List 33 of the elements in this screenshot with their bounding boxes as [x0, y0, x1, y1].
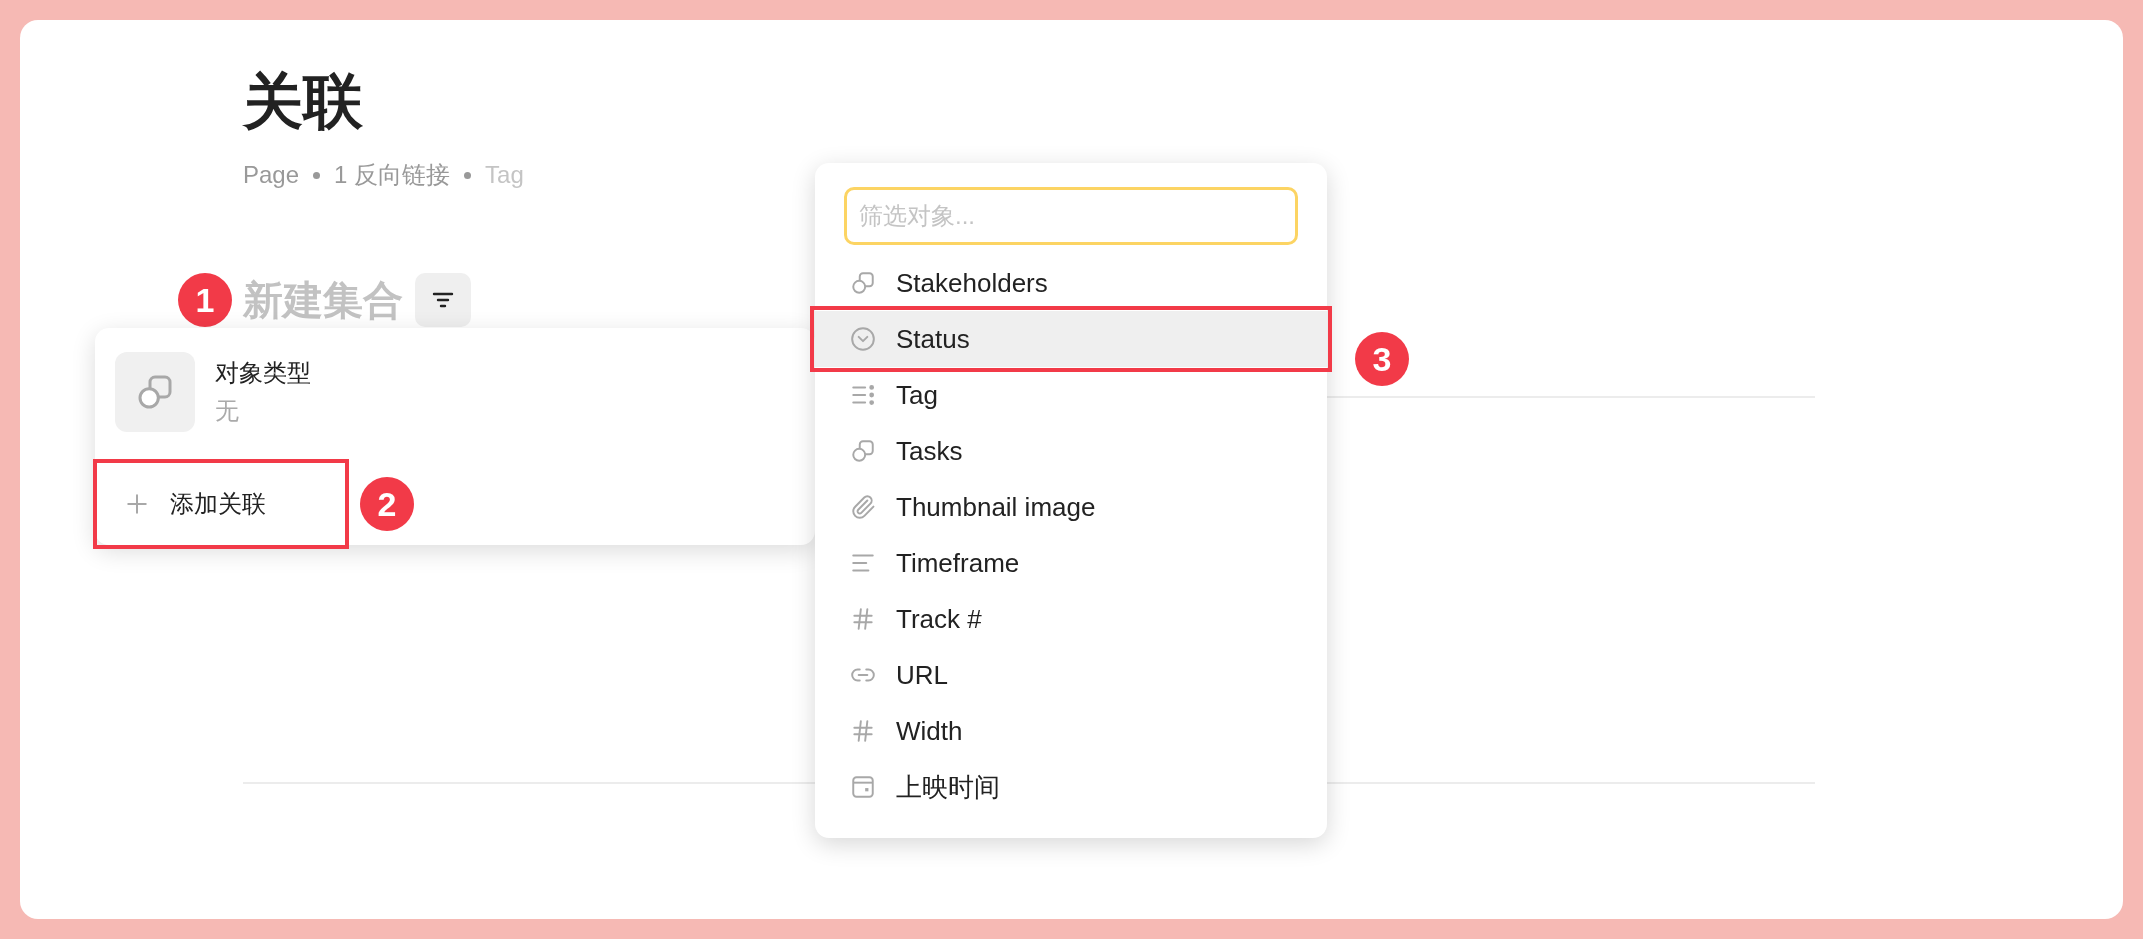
- calendar-icon: [850, 774, 876, 800]
- filter-icon: [431, 290, 455, 310]
- step-badge: 2: [360, 477, 414, 531]
- collection-title: 新建集合: [243, 277, 403, 324]
- object-menu-item[interactable]: Tag: [815, 367, 1327, 423]
- filter-button[interactable]: [415, 273, 471, 327]
- meta-text: Tag: [485, 160, 524, 190]
- chevron-circle-icon: [850, 326, 876, 352]
- step-badge: 1: [178, 273, 232, 327]
- list-icon: [850, 382, 876, 408]
- object-menu-item[interactable]: Timeframe: [815, 535, 1327, 591]
- paperclip-icon: [850, 494, 876, 520]
- search-field[interactable]: 筛选对象...: [844, 187, 1298, 245]
- dot-separator-icon: [313, 171, 321, 179]
- page-title: 关联: [243, 67, 364, 137]
- step-badge: 3: [1355, 332, 1409, 386]
- relation-icon: [850, 270, 876, 296]
- relation-icon: [850, 438, 876, 464]
- dot-separator-icon: [464, 171, 472, 179]
- hash-icon: [850, 718, 876, 744]
- object-menu-item[interactable]: Stakeholders: [815, 255, 1327, 311]
- object-menu-item[interactable]: 上映时间: [815, 759, 1327, 815]
- add-relation-button[interactable]: 添加关联: [97, 463, 345, 545]
- object-menu-item[interactable]: Tasks: [815, 423, 1327, 479]
- object-menu-item[interactable]: Track #: [815, 591, 1327, 647]
- type-value: 无: [215, 396, 240, 426]
- hash-icon: [850, 606, 876, 632]
- object-menu-item[interactable]: Width: [815, 703, 1327, 759]
- type-label: 对象类型: [215, 358, 311, 388]
- meta-text: Page: [243, 160, 300, 190]
- object-menu-item[interactable]: URL: [815, 647, 1327, 703]
- meta-text: 1 反向链接: [334, 160, 451, 190]
- object-menu-item[interactable]: Thumbnail image: [815, 479, 1327, 535]
